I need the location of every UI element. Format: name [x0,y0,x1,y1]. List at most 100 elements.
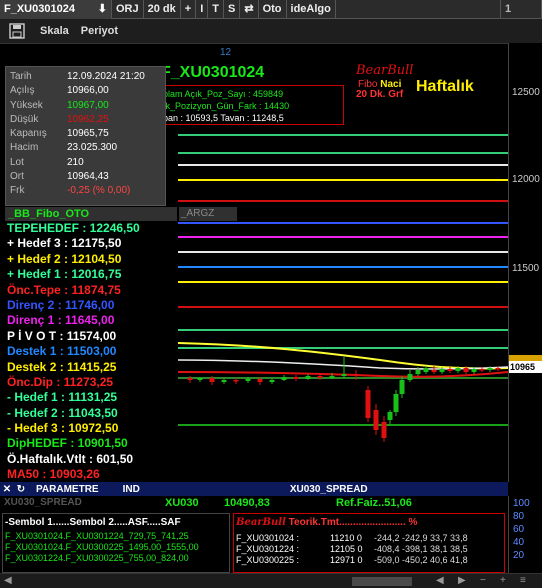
info-value: 10962,25 [67,113,109,125]
candle-body [463,368,469,372]
level-item: - Hedef 2 : 11043,50 [7,405,118,420]
swap-icon[interactable]: ⇄ [240,0,259,19]
top-bar: F_XU0301024 ⬇ ORJ 20 dk + I T S ⇄ Oto id… [0,0,542,19]
level-item: P İ V O T : 11574,00 [7,328,117,343]
plus-button[interactable]: + [181,0,197,19]
scale-tick-label: 100 [513,498,530,509]
info-key: Kapanış [10,128,47,140]
info-value: -0,25 (% 0,00) [67,185,131,197]
level-item: Önc.Dip : 11273,25 [7,374,114,389]
candle-body [495,368,501,370]
info-key: Yüksek [10,99,43,111]
contract-values: -509,0 -450,2 40,6 41,8 [374,555,468,565]
info-value: 10967,00 [67,99,109,111]
time-axis-strip: 12 [0,43,508,60]
info-key: Ort [10,171,24,183]
tab-parametre[interactable]: PARAMETRE [36,484,99,495]
zoom-in-icon[interactable]: + [500,575,506,586]
options-icon[interactable]: ≡ [520,575,526,586]
candle-body [387,412,393,420]
theoretical-panel: BearBull Teorik.Tmt.....................… [233,513,505,573]
levels-header[interactable]: _BB_Fibo_OTO [5,207,177,221]
trading-app: F_XU0301024 ⬇ ORJ 20 dk + I T S ⇄ Oto id… [0,0,542,588]
i-button[interactable]: I [196,0,209,19]
candle-body [479,369,485,371]
chart-title: F_XU0301024 [161,64,265,81]
info-value: 10964,43 [67,171,109,183]
scale-tick-label: 20 [513,550,525,561]
chart-toolbar: Skala Periyot [0,19,542,43]
theoretical-row: F_XU0300225 : 12971 0 -509,0 -450,2 40,6 4… [236,555,502,566]
info-row: Ort 10964,43 [10,170,161,184]
argz-tab[interactable]: _ARGZ [179,207,237,221]
idealgo-button[interactable]: ideAlgo [287,0,336,19]
scroll-thumb[interactable] [352,577,412,586]
zoom-out-icon[interactable]: − [480,575,486,586]
info-value: 23.025.300 [67,142,118,154]
scale-tick-label: 80 [513,511,525,522]
theoretical-row: F_XU0301024 : 11210 0 -244,2 -242,9 33,7 3… [236,533,502,544]
refresh-icon[interactable]: ↻ [14,484,28,495]
price-axis[interactable]: 12500 12000 11500 10965 [508,43,542,482]
symbol-selector[interactable]: F_XU0301024 ⬇ [0,0,112,19]
spread-summary: XU030_SPREAD XU030 10490,83 Ref.Faiz..51… [0,496,508,511]
candle-body [257,379,263,382]
scroll-left-arrow-icon[interactable]: ◀ [436,575,444,586]
scroll-left-icon[interactable]: ◀ [4,575,12,586]
s-button[interactable]: S [224,0,241,19]
candle-body [431,370,437,372]
info-row: Düşük 10962,25 [10,113,161,127]
oto-button[interactable]: Oto [259,0,287,19]
orj-button[interactable]: ORJ [112,0,144,19]
period-button[interactable]: 20 dk [144,0,181,19]
levels-list: TEPEHEDEF : 12246,50 + Hedef 3 : 12175,50… [5,221,177,498]
candle-body [471,369,477,372]
bearbull-logo: BearBull [236,517,286,528]
spread-label: XU030_SPREAD [4,497,82,508]
level-item: Destek 1 : 11503,00 [7,344,117,359]
horizontal-scrollbar[interactable]: ◀ ◀ ▶ − + ≡ [0,573,542,588]
spread-pairs-panel: -Sembol 1......Sembol 2.....ASF.....SAF … [2,513,230,573]
level-item: Direnç 2 : 11746,00 [7,297,115,312]
fibo-levels-panel: _BB_Fibo_OTO TEPEHEDEF : 12246,50 + Hedef… [5,207,177,497]
level-item: TEPEHEDEF : 12246,50 [7,221,140,235]
candle-body [353,374,359,376]
download-icon[interactable]: ⬇ [98,0,107,19]
bearbull-logo: BearBull [356,63,414,78]
save-icon[interactable] [6,21,28,41]
contract-qty: 12105 0 [330,544,363,554]
info-row: Yüksek 10967,00 [10,99,161,113]
candle-body [269,380,275,382]
info-row: Tarih 12.09.2024 21:20 [10,70,161,84]
period-menu[interactable]: Periyot [81,25,118,37]
candle-body [245,379,251,381]
candle-body [415,370,421,374]
pair-row: F_XU0301224.F_XU0300225_755,00_824,00 [5,553,189,563]
level-item: Destek 2 : 11415,25 [7,359,117,374]
t-button[interactable]: T [208,0,224,19]
contract-name: F_XU0301224 : [236,544,300,554]
close-icon[interactable]: ✕ [0,484,14,495]
scale-tick-label: 60 [513,524,525,535]
scale-menu[interactable]: Skala [40,25,69,37]
info-key: Açılış [10,85,35,97]
level-item: MA50 : 10903,26 [7,467,100,482]
symbol-label: F_XU0301024 [4,2,75,15]
contract-qty: 12971 0 [330,555,363,565]
info-row: Hacim 23.025.300 [10,141,161,155]
current-price-label: 10965 [509,361,542,373]
info-row: Açılış 10966,00 [10,84,161,98]
info-key: Düşük [10,113,39,125]
info-row: Lot 210 [10,156,161,170]
candle-body [197,378,203,380]
info-row: Kapanış 10965,75 [10,127,161,141]
info-key: Tarih [10,71,32,82]
y-tick-label: 11500 [512,263,540,274]
pairs-header: -Sembol 1......Sembol 2.....ASF.....SAF [5,517,181,528]
tab-ind[interactable]: IND [123,484,140,495]
candle-body [187,378,193,380]
candle-body [423,368,429,372]
scroll-right-arrow-icon[interactable]: ▶ [458,575,466,586]
open-interest-box: plam Açık_Poz_Sayı : 459849 ık_Pozizyon_… [158,85,344,125]
tab-spread[interactable]: XU030_SPREAD [290,484,368,495]
